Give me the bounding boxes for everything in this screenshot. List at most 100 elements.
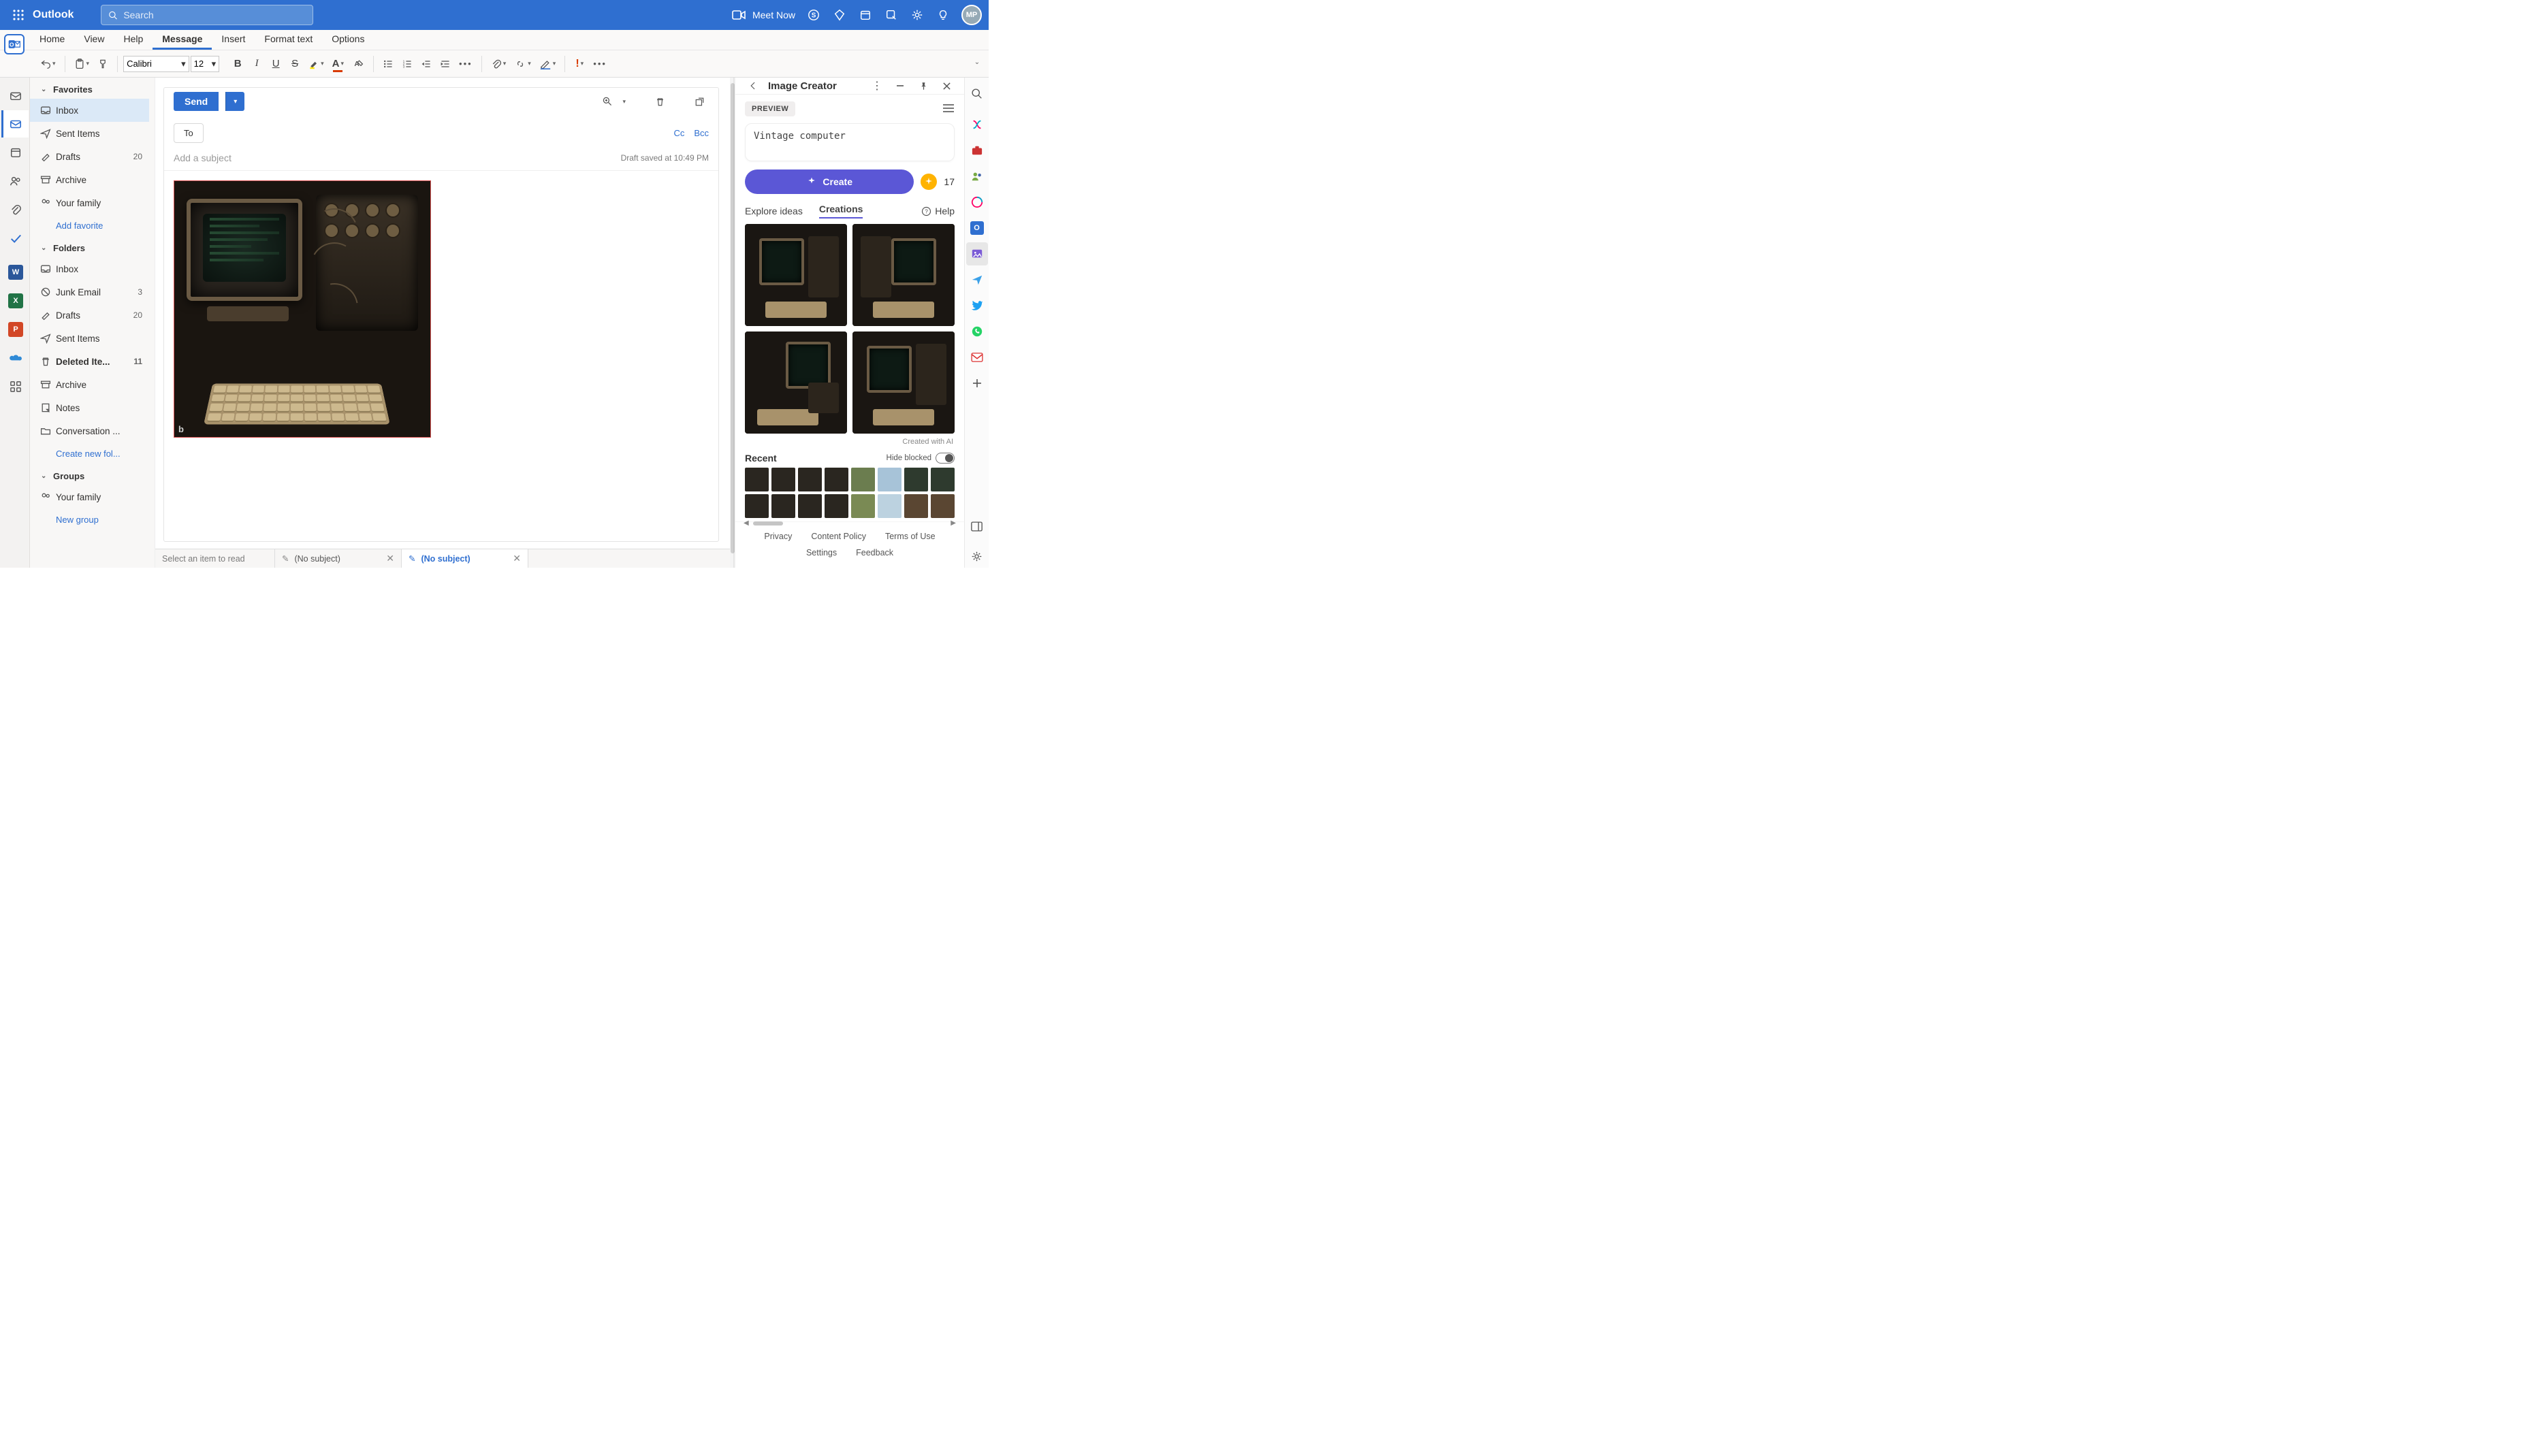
whats-new-icon[interactable] (880, 3, 903, 27)
recent-thumb[interactable] (931, 494, 955, 518)
close-icon[interactable]: ✕ (386, 553, 394, 564)
rail-files-icon[interactable] (1, 196, 29, 223)
premium-icon[interactable] (828, 3, 851, 27)
recent-thumb[interactable] (745, 468, 769, 491)
bold-button[interactable]: B (229, 54, 246, 74)
section-favorites[interactable]: ⌄Favorites (30, 78, 149, 99)
recent-thumb[interactable] (825, 494, 848, 518)
feedback-link[interactable]: Feedback (856, 548, 893, 557)
tab-help[interactable]: Help (114, 30, 153, 50)
doc-tab-1[interactable]: ✎(No subject)✕ (275, 549, 402, 568)
recent-thumb[interactable] (851, 468, 875, 491)
doc-tab-2[interactable]: ✎(No subject)✕ (402, 549, 528, 568)
undo-button[interactable]: ▾ (37, 54, 59, 74)
create-folder-link[interactable]: Create new fol... (30, 442, 149, 464)
recent-thumb[interactable] (798, 494, 822, 518)
account-avatar[interactable]: MP (961, 5, 982, 25)
send-split-button[interactable]: ▾ (225, 92, 244, 111)
folder-deleted[interactable]: Deleted Ite...11 (30, 350, 149, 373)
group-family[interactable]: Your family (30, 485, 149, 508)
prompt-input[interactable]: Vintage computer (745, 123, 955, 161)
help-link[interactable]: ?Help (921, 206, 955, 216)
popout-button[interactable] (690, 92, 709, 111)
folder-drafts[interactable]: Drafts20 (30, 304, 149, 327)
rr-briefcase-icon[interactable] (966, 139, 988, 162)
folder-conversation[interactable]: Conversation ... (30, 419, 149, 442)
rail-calendar-icon[interactable] (1, 139, 29, 166)
recent-thumb[interactable] (745, 494, 769, 518)
rr-add-app-button[interactable] (966, 372, 988, 395)
importance-button[interactable]: !▾ (571, 54, 588, 74)
rail-more-apps-icon[interactable] (1, 373, 29, 400)
recent-thumb[interactable] (904, 468, 928, 491)
link-button[interactable]: ▾ (511, 54, 534, 74)
section-groups[interactable]: ⌄Groups (30, 464, 149, 485)
to-button[interactable]: To (174, 123, 204, 143)
recent-thumb[interactable] (904, 494, 928, 518)
compose-body[interactable]: b (164, 171, 718, 541)
recent-thumb[interactable] (851, 494, 875, 518)
fav-item-sent[interactable]: Sent Items (30, 122, 149, 145)
inserted-image[interactable]: b (174, 180, 431, 438)
rr-people-icon[interactable] (966, 165, 988, 188)
rr-whatsapp-icon[interactable] (966, 320, 988, 343)
my-day-icon[interactable] (854, 3, 877, 27)
recent-thumb[interactable] (878, 468, 901, 491)
overflow-button[interactable]: ••• (590, 54, 610, 74)
paste-button[interactable]: ▾ (71, 54, 93, 74)
tips-icon[interactable] (931, 3, 955, 27)
content-policy-link[interactable]: Content Policy (811, 532, 866, 541)
recent-thumb[interactable] (798, 468, 822, 491)
panel-menu-button[interactable] (942, 103, 955, 115)
folder-sent[interactable]: Sent Items (30, 327, 149, 350)
strike-button[interactable]: S (286, 54, 304, 74)
fav-item-drafts[interactable]: Drafts20 (30, 145, 149, 168)
subject-input[interactable] (174, 152, 621, 163)
settings-icon[interactable] (906, 3, 929, 27)
bcc-link[interactable]: Bcc (694, 128, 709, 138)
rr-image-creator-icon[interactable] (966, 242, 988, 265)
terms-link[interactable]: Terms of Use (885, 532, 936, 541)
rr-search-icon[interactable] (966, 82, 988, 105)
privacy-link[interactable]: Privacy (764, 532, 792, 541)
send-button[interactable]: Send (174, 92, 219, 111)
tab-explore-ideas[interactable]: Explore ideas (745, 206, 803, 216)
panel-close-button[interactable] (938, 78, 955, 94)
rr-twitter-icon[interactable] (966, 294, 988, 317)
underline-button[interactable]: U (267, 54, 285, 74)
font-color-button[interactable]: A▾ (329, 54, 347, 74)
attach-button[interactable]: ▾ (488, 54, 510, 74)
recent-thumb[interactable] (771, 468, 795, 491)
tab-view[interactable]: View (74, 30, 114, 50)
folder-junk[interactable]: Junk Email3 (30, 280, 149, 304)
tab-format-text[interactable]: Format text (255, 30, 322, 50)
italic-button[interactable]: I (248, 54, 266, 74)
numbering-button[interactable]: 123 (398, 54, 416, 74)
font-size-input[interactable] (194, 59, 212, 69)
skype-icon[interactable]: S (802, 3, 825, 27)
rail-onedrive-icon[interactable] (1, 344, 29, 372)
panel-pin-button[interactable] (915, 78, 931, 94)
rail-mail-icon[interactable] (1, 110, 29, 137)
rail-people-icon[interactable] (1, 167, 29, 195)
rr-settings-icon[interactable] (966, 545, 988, 568)
close-icon[interactable]: ✕ (513, 553, 521, 564)
tab-message[interactable]: Message (153, 30, 212, 50)
font-size-box[interactable]: ▾ (191, 56, 220, 72)
ribbon-expand-button[interactable]: ⌄ (971, 59, 983, 69)
recent-thumb[interactable] (771, 494, 795, 518)
rr-gmail-icon[interactable] (966, 346, 988, 369)
zoom-button[interactable] (598, 92, 617, 111)
creation-thumb[interactable] (852, 331, 955, 434)
recent-thumb[interactable] (825, 468, 848, 491)
more-formatting-button[interactable]: ••• (456, 54, 476, 74)
rail-word-icon[interactable]: W (1, 259, 29, 286)
clear-format-button[interactable]: A (349, 54, 368, 74)
app-launcher-button[interactable] (7, 3, 30, 27)
recent-thumb[interactable] (878, 494, 901, 518)
tab-home[interactable]: Home (30, 30, 74, 50)
font-name-box[interactable]: ▾ (123, 56, 189, 72)
section-folders[interactable]: ⌄Folders (30, 236, 149, 257)
cc-link[interactable]: Cc (673, 128, 684, 138)
search-input[interactable] (123, 10, 306, 20)
